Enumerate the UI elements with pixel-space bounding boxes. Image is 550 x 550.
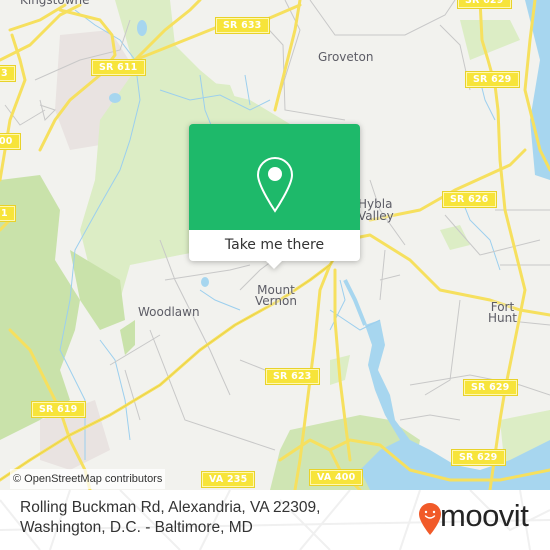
place-label-fort-hunt: Fort Hunt bbox=[488, 300, 517, 325]
road-shield-sr629-top: SR 629 bbox=[457, 0, 512, 9]
place-label-hybla-valley: Hybla Valley bbox=[358, 197, 394, 223]
moovit-pin-icon bbox=[419, 503, 441, 535]
take-me-there-button[interactable]: Take me there bbox=[189, 230, 360, 261]
road-shield-sr629-low: SR 629 bbox=[451, 449, 506, 466]
location-popup: Take me there bbox=[189, 124, 360, 269]
pond bbox=[109, 93, 121, 103]
moovit-wordmark: moovit bbox=[440, 498, 529, 533]
creek bbox=[343, 279, 367, 326]
water-potomac bbox=[525, 0, 550, 180]
road-shield-left-edge: 3 bbox=[0, 65, 16, 82]
road-shield-sr629-mid: SR 629 bbox=[463, 379, 518, 396]
map-pin-icon bbox=[256, 156, 294, 213]
road-shield-sr619: SR 619 bbox=[31, 401, 86, 418]
road-shield-sr626: SR 626 bbox=[442, 191, 497, 208]
road-shield-sr623: SR 623 bbox=[265, 368, 320, 385]
popup-header bbox=[189, 124, 360, 230]
address-text: Rolling Buckman Rd, Alexandria, VA 22309… bbox=[20, 499, 321, 536]
pond bbox=[137, 20, 147, 36]
park-area bbox=[120, 320, 135, 355]
place-label-kingstowne: Kingstowne bbox=[20, 0, 90, 7]
place-label-groveton: Groveton bbox=[318, 50, 374, 64]
pond bbox=[201, 277, 209, 287]
place-label-mount-vernon: Mount Vernon bbox=[255, 283, 297, 308]
road-shield-va235: VA 235 bbox=[200, 471, 256, 488]
road-shield-sr629-upper: SR 629 bbox=[465, 71, 520, 88]
road-shield-left-edge: 00 bbox=[0, 133, 21, 150]
road-shield-va400: VA 400 bbox=[308, 469, 364, 486]
footer: Rolling Buckman Rd, Alexandria, VA 22309… bbox=[0, 490, 550, 550]
park-area bbox=[460, 20, 520, 60]
road-shield-sr611: SR 611 bbox=[91, 59, 146, 76]
map-attribution[interactable]: © OpenStreetMap contributors bbox=[10, 469, 166, 489]
map-view[interactable]: Kingstowne Groveton Hybla Valley Woodlaw… bbox=[0, 0, 550, 490]
road-shield-left-edge: 1 bbox=[0, 205, 16, 222]
popup-pointer bbox=[266, 261, 282, 269]
park-area bbox=[440, 225, 470, 250]
place-label-woodlawn: Woodlawn bbox=[138, 305, 200, 319]
road-shield-sr633: SR 633 bbox=[215, 17, 270, 34]
